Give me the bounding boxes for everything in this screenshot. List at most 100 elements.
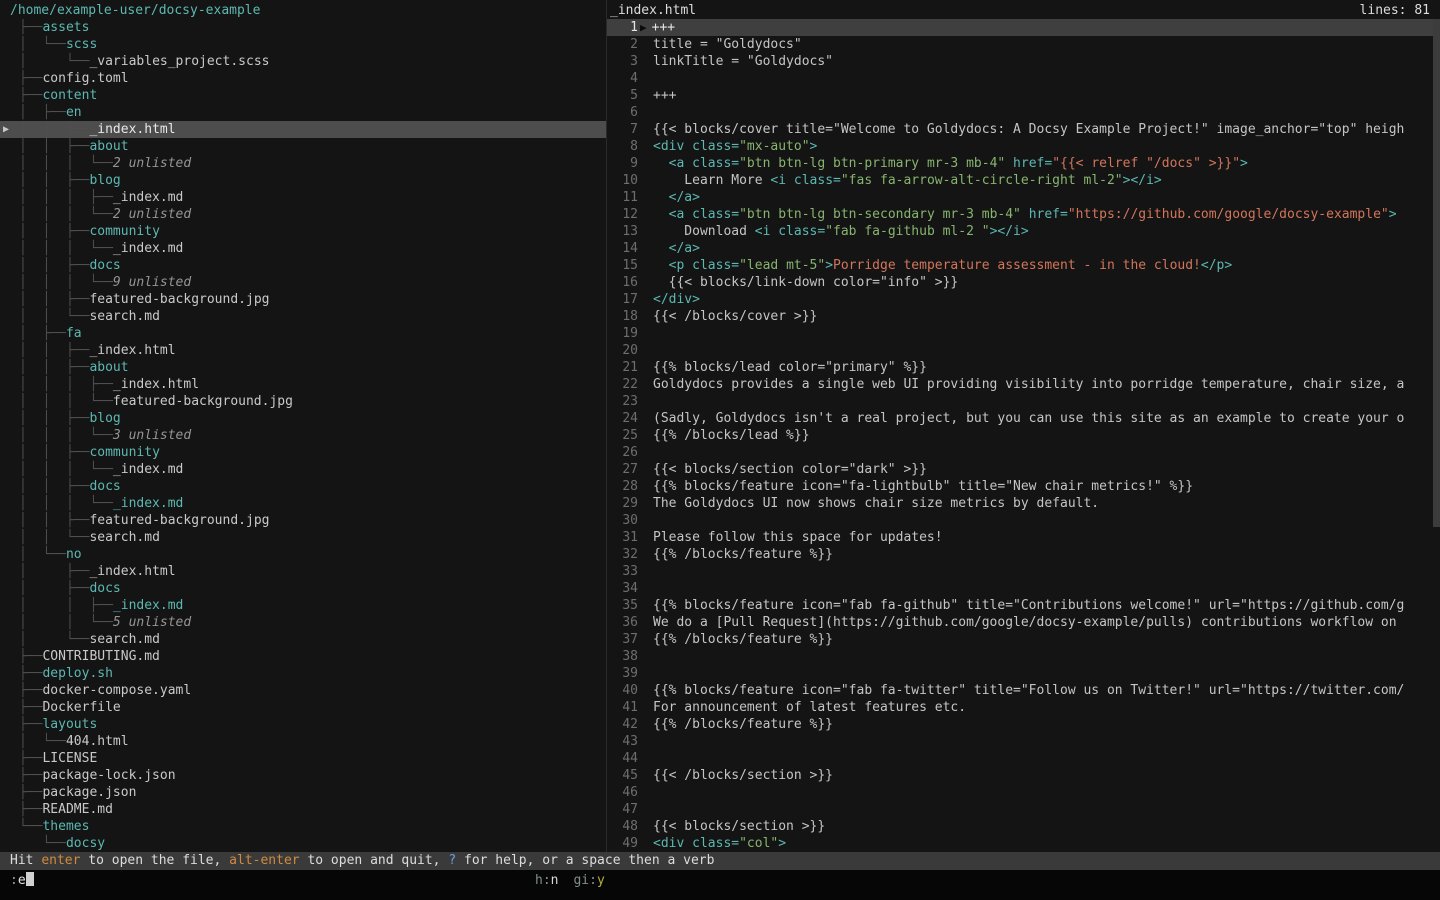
tree-row[interactable]: │ │ │ └──9 unlisted [0,274,606,291]
tree-node-label: CONTRIBUTING.md [42,649,159,664]
line-number: 6 [607,104,638,121]
tree-row[interactable]: ├──config.toml [0,70,606,87]
tree-row[interactable]: │ │ ├──about [0,359,606,376]
tree-row[interactable]: │ └──search.md [0,631,606,648]
tree-node-label: about [89,139,128,154]
line-content: {{% blocks/feature icon="fab fa-twitter"… [653,682,1404,699]
line-number: 39 [607,665,638,682]
tree-row[interactable]: │ │ └──search.md [0,529,606,546]
line-content: </div> [653,291,700,308]
tree-row[interactable]: │ │ ├──community [0,223,606,240]
tree-branch-lines: │ │ │ └── [19,156,113,171]
code-segment: {{% /blocks/lead %}} [653,428,810,443]
tree-row[interactable]: │ │ │ ├──_index.md [0,189,606,206]
tree-row[interactable]: └──docsy [0,835,606,852]
line-number: 30 [607,512,638,529]
line-number: 41 [607,699,638,716]
tree-node-label: no [66,547,82,562]
tree-row[interactable]: ├──docker-compose.yaml [0,682,606,699]
line-number: 21 [607,359,638,376]
tree-row[interactable]: ├──Dockerfile [0,699,606,716]
code-segment: </div> [653,292,700,307]
tree-row[interactable]: │ │ │ ├──_index.html [0,376,606,393]
tree-branch-lines: │ │ ├── [19,598,113,613]
tree-node-label: docs [89,479,120,494]
tree-row[interactable]: └──themes [0,818,606,835]
tree-row[interactable]: │ │ │ └──3 unlisted [0,427,606,444]
tree-branch-lines: │ │ ├── [19,292,89,307]
tree-branch-lines: │ │ ├── [19,513,89,528]
tree-row[interactable]: │ │ └──search.md [0,308,606,325]
flag-gi[interactable]: gi:y [573,873,604,888]
line-number: 46 [607,784,638,801]
tree-row[interactable]: ├──content [0,87,606,104]
tree-row[interactable]: │ │ ├──_index.md [0,597,606,614]
status-hint-segment: Hit [10,853,41,868]
tree-row[interactable]: │ │ ├──community [0,444,606,461]
preview-line: 44 [607,750,1440,767]
tree-row[interactable]: │ │ ├──featured-background.jpg [0,291,606,308]
tree-row[interactable]: │ │ ├──about [0,138,606,155]
code-segment: "fas fa-arrow-alt-circle-right ml-2" [841,173,1123,188]
tree-row[interactable]: ├──deploy.sh [0,665,606,682]
root-path[interactable]: /home/example-user/docsy-example [0,2,606,19]
tree-row[interactable]: │ ├──en [0,104,606,121]
preview-scrollbar-thumb[interactable] [1433,19,1440,527]
preview-line: 45{{< /blocks/section >}} [607,767,1440,784]
tree-row[interactable]: ├──CONTRIBUTING.md [0,648,606,665]
code-segment: href= [1021,207,1068,222]
preview-line: 49<div class="col"> [607,835,1440,852]
line-content: {{% blocks/feature icon="fab fa-github" … [653,597,1404,614]
tree-row[interactable]: │ │ ├──docs [0,257,606,274]
line-number: 15 [607,257,638,274]
tree-row[interactable]: │ │ │ └──_index.md [0,240,606,257]
tree-branch-lines: ├── [19,717,42,732]
line-content: Download <i class="fab fa-github ml-2 ">… [653,223,1029,240]
broot-terminal-window: /home/example-user/docsy-example ├──asse… [0,0,1440,900]
flag-h[interactable]: h:n [535,873,558,888]
tree-row[interactable]: │ │ ├──featured-background.jpg [0,512,606,529]
tree-row[interactable]: │ │ │ └──2 unlisted [0,155,606,172]
tree-row[interactable]: │ │ ├──docs [0,478,606,495]
tree-row[interactable]: │ │ │ └──2 unlisted [0,206,606,223]
line-content: </a> [653,189,700,206]
tree-row[interactable]: │ └──_variables_project.scss [0,53,606,70]
tree-row[interactable]: ├──package.json [0,784,606,801]
tree-row[interactable]: │ ├──docs [0,580,606,597]
tree-node-label: _index.md [113,241,183,256]
tree-row[interactable]: │ │ │ └──featured-background.jpg [0,393,606,410]
line-number: 11 [607,189,638,206]
tree-row[interactable]: ├──assets [0,19,606,36]
tree-row[interactable]: │ │ ├──_index.html [0,342,606,359]
tree-branch-lines: ├── [19,751,42,766]
tree-row[interactable]: ▶│ │ ├──_index.html [0,121,606,138]
tree-branch-lines: │ └── [19,632,89,647]
tree-row[interactable]: ├──README.md [0,801,606,818]
preview-line: 19 [607,325,1440,342]
tree-row[interactable]: ├──LICENSE [0,750,606,767]
line-number: 42 [607,716,638,733]
tree-row[interactable]: │ └──no [0,546,606,563]
line-content: The Goldydocs UI now shows chair size me… [653,495,1099,512]
preview-line: 14 </a> [607,240,1440,257]
tree-node-label: 2 unlisted [113,156,191,171]
tree-node-label: assets [42,20,89,35]
tree-row[interactable]: │ │ ├──blog [0,172,606,189]
tree-branch-lines: │ │ │ └── [19,394,113,409]
tree-row[interactable]: ├──layouts [0,716,606,733]
tree-row[interactable]: │ ├──fa [0,325,606,342]
tree-row[interactable]: │ │ └──5 unlisted [0,614,606,631]
preview-line: 28{{% blocks/feature icon="fa-lightbulb"… [607,478,1440,495]
tree-node-label: _index.md [113,462,183,477]
tree-row[interactable]: ├──package-lock.json [0,767,606,784]
tree-row[interactable]: │ │ │ └──_index.md [0,495,606,512]
tree-row[interactable]: │ │ │ └──_index.md [0,461,606,478]
preview-line: 1▶+++ [607,19,1440,36]
tree-row[interactable]: │ ├──_index.html [0,563,606,580]
tree-row[interactable]: │ └──scss [0,36,606,53]
command-input[interactable]: :e [10,873,34,888]
line-number: 32 [607,546,638,563]
tree-row[interactable]: │ │ ├──blog [0,410,606,427]
preview-line: 37{{% /blocks/feature %}} [607,631,1440,648]
tree-row[interactable]: │ └──404.html [0,733,606,750]
